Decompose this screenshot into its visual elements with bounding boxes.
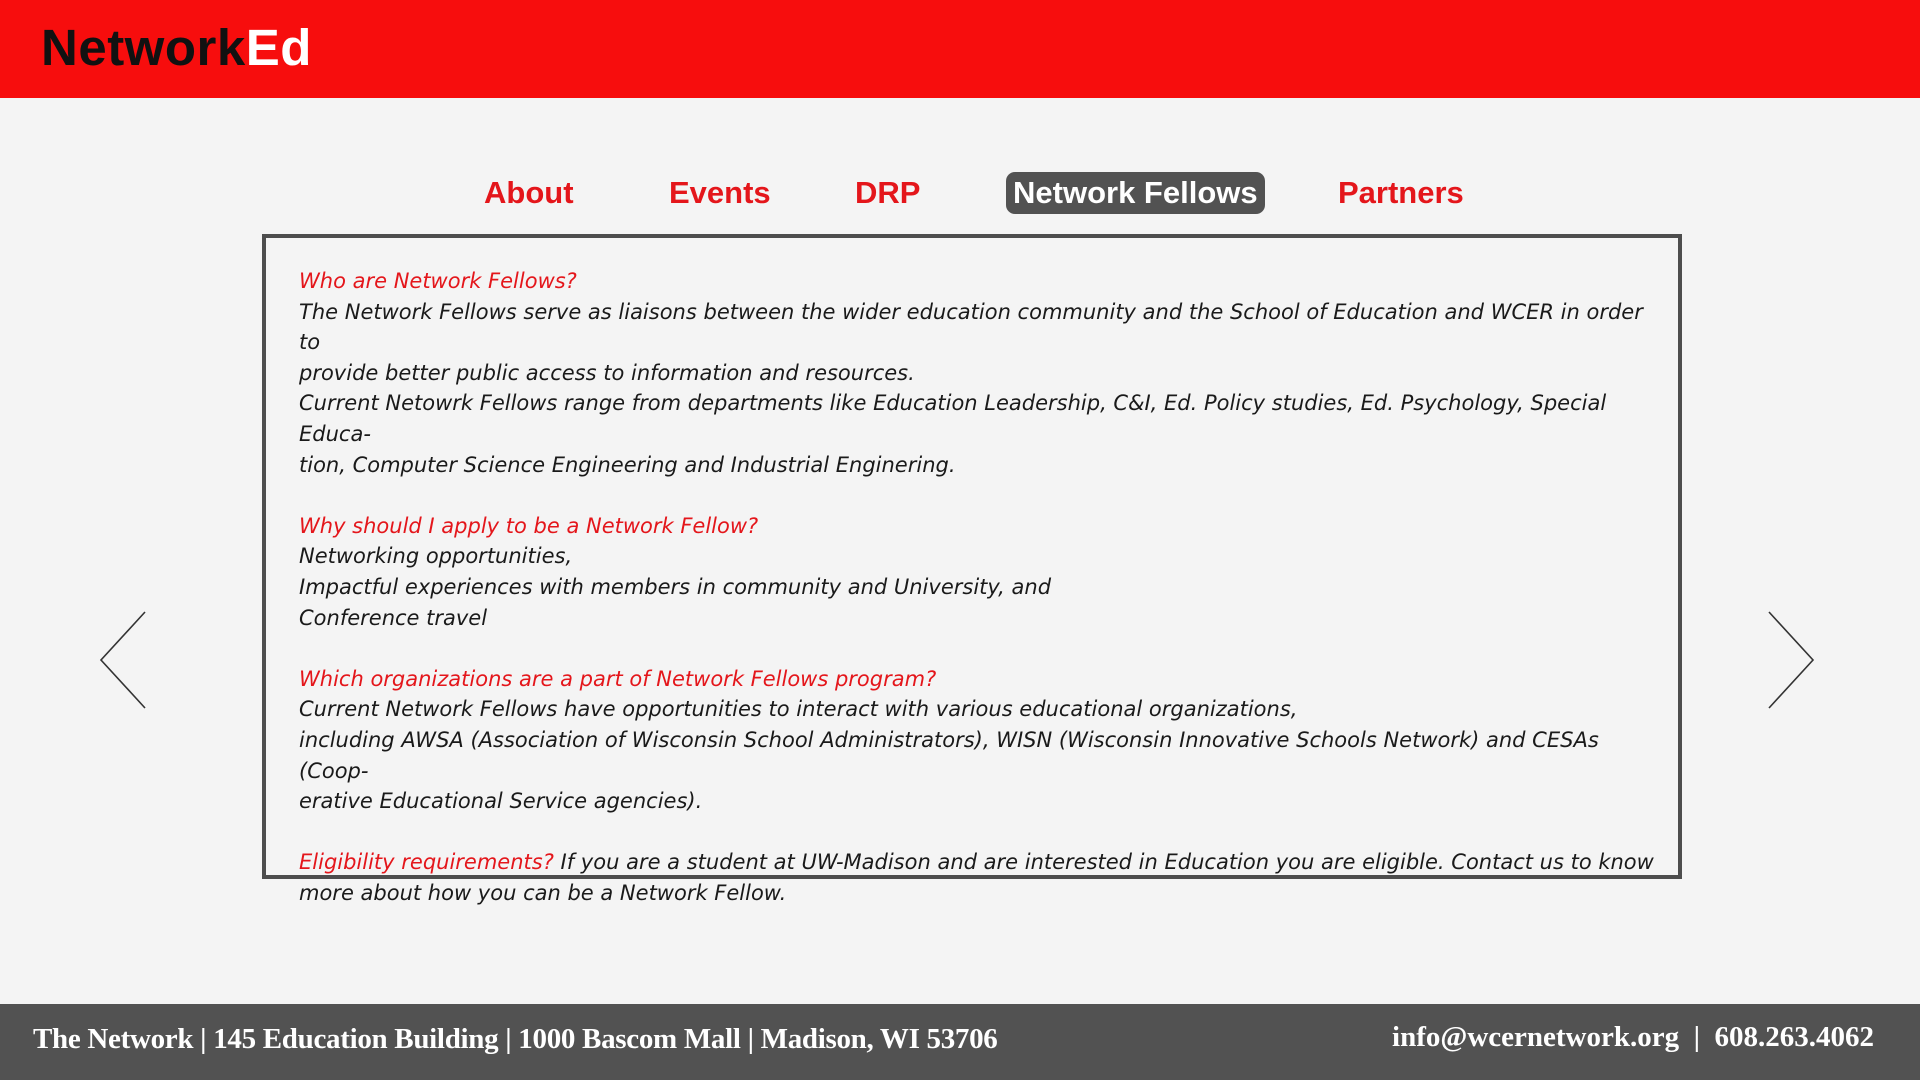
nav-item-events[interactable]: Events [669,172,771,214]
main-nav: About Events DRP Network Fellows Partner… [0,172,1920,216]
site-header: NetworkEd [0,0,1920,98]
nav-item-about[interactable]: About [484,172,574,214]
nav-item-partners[interactable]: Partners [1338,172,1464,214]
logo-text-network: Network [41,19,246,76]
question-why: Why should I apply to be a Network Fello… [299,513,759,538]
chevron-right-icon[interactable] [1766,610,1816,710]
question-who: Who are Network Fellows? [299,269,577,293]
answer-line: Current Netowrk Fellows range from depar… [299,391,1607,446]
answer-line: provide better public access to informat… [299,360,915,385]
content-text: Who are Network Fellows? The Network Fel… [299,266,1659,908]
site-footer: The Network | 145 Education Building | 1… [0,1004,1920,1080]
nav-item-network-fellows[interactable]: Network Fellows [1006,172,1265,214]
chevron-left-icon[interactable] [98,610,148,710]
answer-line: Conference travel [299,605,488,630]
eligibility-answer: If you are a student at UW-Madison and a… [553,850,1654,875]
content-panel: Who are Network Fellows? The Network Fel… [262,234,1682,905]
answer-line: Current Network Fellows have opportuniti… [299,697,1298,722]
answer-line: Impactful experiences with members in co… [299,574,1052,599]
answer-line: including AWSA (Association of Wisconsin… [299,727,1599,783]
answer-line: tion, Computer Science Engineering and I… [299,452,956,477]
question-which: Which organizations are a part of Networ… [299,666,937,691]
eligibility-paragraph: Eligibility requirements? If you are a s… [299,847,1659,878]
logo-text-ed: Ed [245,19,312,76]
nav-item-drp[interactable]: DRP [855,172,920,214]
answer-line: Networking opportunities, [299,544,573,569]
site-logo[interactable]: NetworkEd [41,18,312,78]
footer-contact[interactable]: info@wcernetwork.org | 608.263.4062 [1392,1021,1874,1054]
footer-address: The Network | 145 Education Building | 1… [33,1023,998,1055]
answer-line: more about how you can be a Network Fell… [299,880,787,905]
question-eligibility: Eligibility requirements? [299,850,554,875]
answer-line: The Network Fellows serve as liaisons be… [299,299,1643,355]
answer-line: erative Educational Service agencies). [299,789,703,814]
